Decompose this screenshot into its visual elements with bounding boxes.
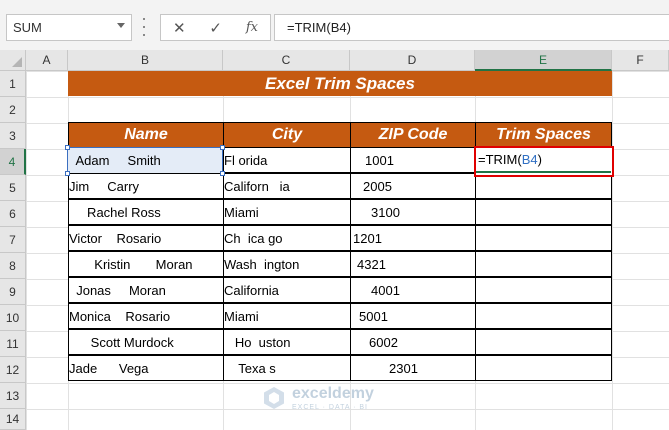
name-cell[interactable]: Victor Rosario <box>68 225 224 251</box>
header-name[interactable]: Name <box>68 122 224 148</box>
row-header-10[interactable]: 10 <box>0 305 26 331</box>
header-zip[interactable]: ZIP Code <box>350 122 476 148</box>
row-header-8[interactable]: 8 <box>0 253 26 279</box>
insert-function-icon[interactable]: fx <box>246 20 258 35</box>
zip-cell[interactable]: 3100 <box>350 199 476 225</box>
city-cell[interactable]: Texa s <box>223 355 351 381</box>
name-cell[interactable]: Scott Murdock <box>68 329 224 355</box>
header-city[interactable]: City <box>223 122 351 148</box>
cancel-icon[interactable]: ✕ <box>173 19 186 37</box>
name-cell[interactable]: Rachel Ross <box>68 199 224 225</box>
formula-bar-area: SUM ✕ ✓ fx =TRIM(B4) <box>0 0 669 50</box>
column-header-b[interactable]: B <box>68 50 223 71</box>
selection-handle[interactable] <box>65 171 70 176</box>
name-box[interactable]: SUM <box>6 14 132 41</box>
formula-input[interactable]: =TRIM(B4) <box>274 14 669 41</box>
name-cell[interactable]: Jim Carry <box>68 173 224 199</box>
row-header-13[interactable]: 13 <box>0 383 26 409</box>
trim-cell[interactable] <box>475 303 612 329</box>
drag-handle-icon[interactable] <box>140 18 148 36</box>
trim-cell[interactable] <box>475 277 612 303</box>
row-header-9[interactable]: 9 <box>0 279 26 305</box>
row-header-1[interactable]: 1 <box>0 71 26 97</box>
row-header-5[interactable]: 5 <box>0 175 26 201</box>
city-cell[interactable]: California <box>223 277 351 303</box>
city-cell[interactable]: Ch ica go <box>223 225 351 251</box>
row-header-3[interactable]: 3 <box>0 123 26 149</box>
watermark: exceldemy EXCEL · DATA · BI <box>262 382 422 414</box>
trim-cell[interactable] <box>475 329 612 355</box>
zip-cell[interactable]: 1001 <box>350 147 476 173</box>
name-cell[interactable]: Monica Rosario <box>68 303 224 329</box>
trim-cell[interactable] <box>475 225 612 251</box>
zip-cell[interactable]: 2005 <box>350 173 476 199</box>
zip-cell[interactable]: 2301 <box>350 355 476 381</box>
name-cell[interactable]: Kristin Moran <box>68 251 224 277</box>
selection-handle[interactable] <box>220 171 225 176</box>
exceldemy-logo-icon <box>264 387 284 409</box>
enter-icon[interactable]: ✓ <box>209 19 222 37</box>
column-header-e[interactable]: E <box>475 50 612 71</box>
header-trim-spaces[interactable]: Trim Spaces <box>475 122 612 148</box>
city-cell[interactable]: Fl orida <box>223 147 351 173</box>
row-header-6[interactable]: 6 <box>0 201 26 227</box>
zip-cell[interactable]: 1201 <box>350 225 476 251</box>
city-cell[interactable]: Miami <box>223 199 351 225</box>
row-header-2[interactable]: 2 <box>0 97 26 123</box>
sheet-title[interactable]: Excel Trim Spaces <box>68 71 612 96</box>
zip-cell[interactable]: 6002 <box>350 329 476 355</box>
trim-cell[interactable] <box>475 355 612 381</box>
city-cell[interactable]: Wash ington <box>223 251 351 277</box>
chevron-down-icon[interactable] <box>117 23 125 28</box>
column-header-a[interactable]: A <box>26 50 68 71</box>
watermark-tagline: EXCEL · DATA · BI <box>292 403 368 411</box>
selection-handle[interactable] <box>220 145 225 150</box>
name-cell[interactable]: Jade Vega <box>68 355 224 381</box>
row-header-4[interactable]: 4 <box>0 149 26 175</box>
select-all-corner[interactable] <box>0 50 26 71</box>
zip-cell[interactable]: 4001 <box>350 277 476 303</box>
zip-cell[interactable]: 4321 <box>350 251 476 277</box>
column-header-c[interactable]: C <box>223 50 350 71</box>
name-box-value: SUM <box>13 20 42 35</box>
row-header-14[interactable]: 14 <box>0 409 26 430</box>
formula-controls: ✕ ✓ fx <box>160 14 271 41</box>
column-header-d[interactable]: D <box>350 50 475 71</box>
formula-suffix: ) <box>537 152 542 167</box>
zip-cell[interactable]: 5001 <box>350 303 476 329</box>
city-cell[interactable]: Miami <box>223 303 351 329</box>
row-header-7[interactable]: 7 <box>0 227 26 253</box>
name-cell[interactable]: Adam Smith <box>68 147 224 173</box>
trim-cell[interactable] <box>475 199 612 225</box>
city-cell[interactable]: Californ ia <box>223 173 351 199</box>
column-header-f[interactable]: F <box>612 50 669 71</box>
trim-cell[interactable] <box>475 251 612 277</box>
cell-reference: B4 <box>521 152 538 167</box>
row-header-12[interactable]: 12 <box>0 357 26 383</box>
formula-prefix: =TRIM( <box>478 152 522 167</box>
formula-text: =TRIM(B4) <box>287 20 351 35</box>
city-cell[interactable]: Ho uston <box>223 329 351 355</box>
row-header-11[interactable]: 11 <box>0 331 26 357</box>
active-cell-e4[interactable]: =TRIM(B4) <box>476 148 611 173</box>
watermark-name: exceldemy <box>292 384 374 402</box>
selection-handle[interactable] <box>65 145 70 150</box>
name-cell[interactable]: Jonas Moran <box>68 277 224 303</box>
